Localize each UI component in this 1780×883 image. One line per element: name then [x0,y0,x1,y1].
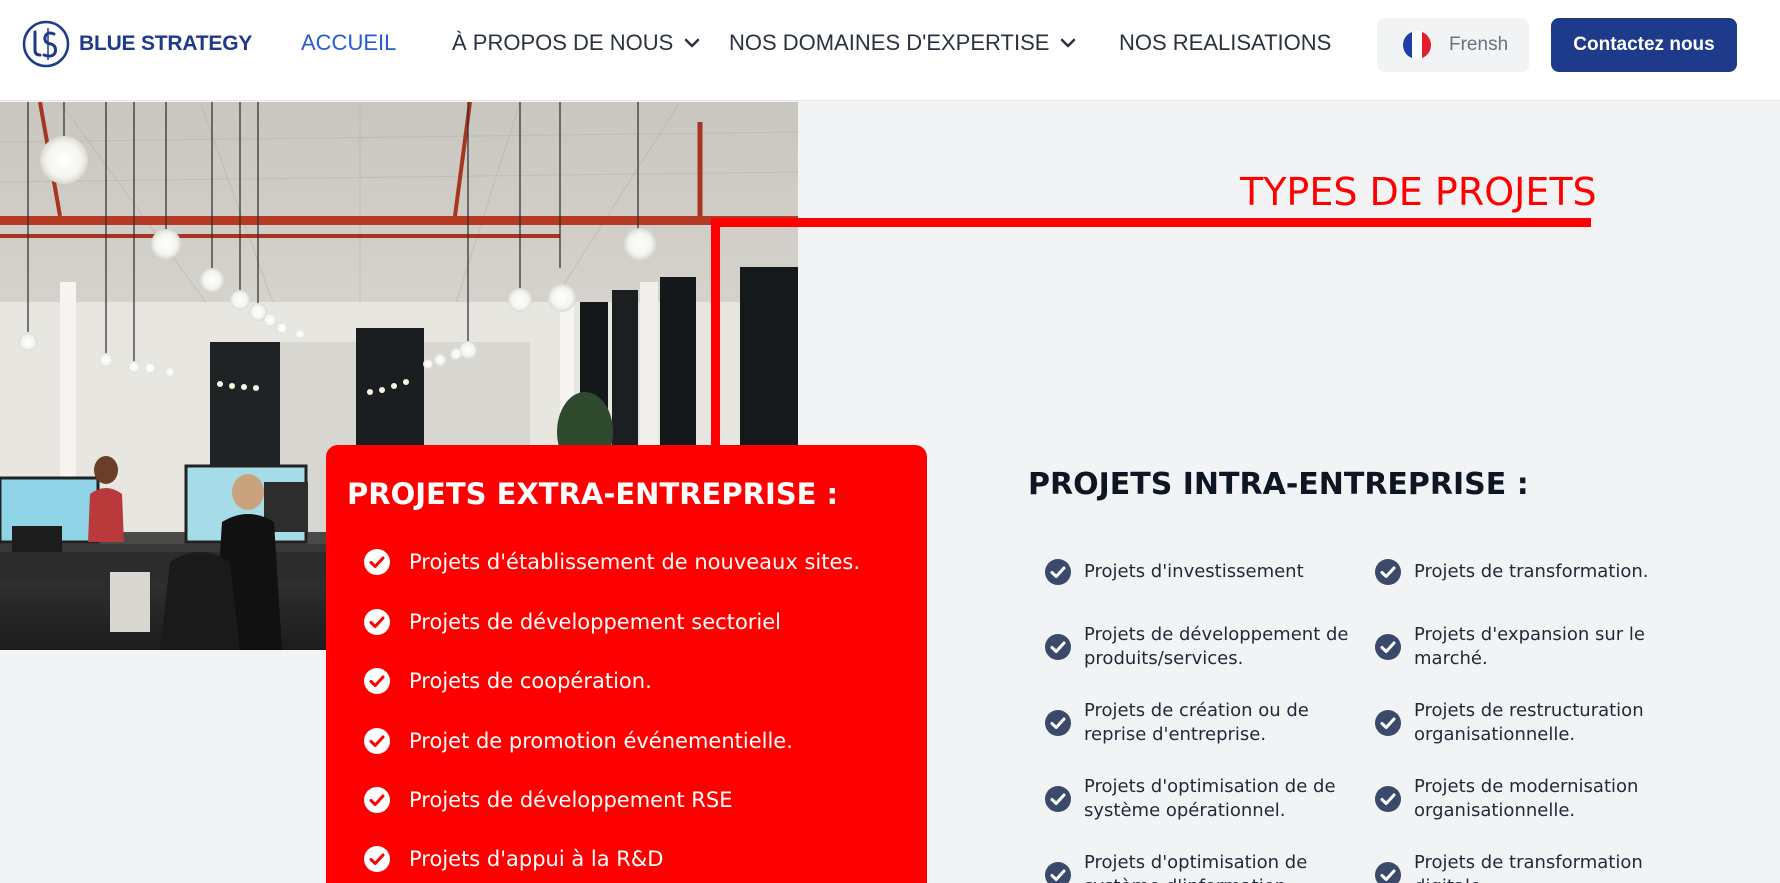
frame-vertical-rule [711,218,720,463]
nav-about[interactable]: À PROPOS DE NOUS [452,30,701,56]
list-item: Projets de création ou de reprise d'entr… [1044,699,1354,747]
check-circle-icon [1375,862,1401,883]
check-circle-icon [1375,559,1401,585]
intra-item-label: Projets d'optimisation de système d'info… [1084,852,1308,883]
check-circle-icon [364,787,390,813]
chevron-down-icon [685,38,700,48]
title-underline-rule [711,218,1591,227]
check-circle-icon [1375,634,1401,660]
chevron-down-icon [1061,38,1076,48]
list-item: Projets d'établissement de nouveaux site… [363,548,860,576]
logo-mark-icon [22,20,70,68]
section-title: TYPES DE PROJETS [1240,170,1597,214]
extra-entreprise-title: PROJETS EXTRA-ENTREPRISE : [347,477,839,511]
check-circle-icon [1375,710,1401,736]
nav-realisations[interactable]: NOS REALISATIONS [1119,30,1331,56]
list-item: Projets de restructuration organisationn… [1374,699,1684,747]
extra-item-label: Projets de coopération. [409,669,652,693]
list-item: Projets de développement de produits/ser… [1044,623,1354,671]
check-circle-icon [1045,786,1071,812]
site-header: BLUE STRATEGY ACCUEIL À PROPOS DE NOUS N… [0,0,1780,101]
france-flag-icon [1403,31,1431,59]
extra-item-label: Projet de promotion événementielle. [409,729,793,753]
language-label: Frensh [1449,34,1509,55]
extra-entreprise-card: PROJETS EXTRA-ENTREPRISE : Projets d'éta… [326,445,927,883]
intra-item-label: Projets de développement de produits/ser… [1084,624,1349,669]
list-item: Projets d'expansion sur le marché. [1374,623,1684,671]
list-item: Projets de développement RSE [363,786,733,814]
check-circle-icon [1045,862,1071,883]
list-item: Projets de transformation digitale. [1374,851,1684,883]
check-circle-icon [364,846,390,872]
intra-item-label: Projets de modernisation organisationnel… [1414,776,1639,821]
contact-button[interactable]: Contactez nous [1551,18,1737,72]
extra-item-label: Projets d'appui à la R&D [409,847,664,871]
nav-expertise-label: NOS DOMAINES D'EXPERTISE [729,30,1050,55]
brand-name: BLUE STRATEGY [79,32,253,55]
language-selector[interactable]: Frensh [1377,18,1529,72]
list-item: Projets de modernisation organisationnel… [1374,775,1684,823]
extra-item-label: Projets d'établissement de nouveaux site… [409,550,861,574]
intra-item-label: Projets d'optimisation de de système opé… [1084,776,1336,821]
check-circle-icon [364,549,390,575]
nav-realisations-label: NOS REALISATIONS [1119,30,1332,55]
intra-entreprise-title: PROJETS INTRA-ENTREPRISE : [1028,467,1529,502]
nav-home-label: ACCUEIL [301,30,397,55]
nav-about-label: À PROPOS DE NOUS [452,30,674,55]
list-item: Projets de développement sectoriel [363,608,781,636]
check-circle-icon [1375,786,1401,812]
nav-expertise[interactable]: NOS DOMAINES D'EXPERTISE [729,30,1077,56]
intra-item-label: Projets de création ou de reprise d'entr… [1084,700,1309,745]
intra-item-label: Projets de transformation. [1414,561,1649,582]
check-circle-icon [1045,634,1071,660]
list-item: Projets de transformation. [1374,558,1684,586]
list-item: Projets d'optimisation de système d'info… [1044,851,1354,883]
intra-item-label: Projets de restructuration organisationn… [1414,700,1644,745]
intra-item-label: Projets d'investissement [1084,561,1304,582]
intra-item-label: Projets d'expansion sur le marché. [1414,624,1645,669]
check-circle-icon [1045,559,1071,585]
check-circle-icon [364,609,390,635]
list-item: Projets de coopération. [363,667,652,695]
list-item: Projets d'investissement [1044,558,1354,586]
brand-logo[interactable]: BLUE STRATEGY [21,19,252,69]
list-item: Projets d'appui à la R&D [363,845,663,873]
nav-home[interactable]: ACCUEIL [301,30,396,56]
list-item: Projet de promotion événementielle. [363,727,793,755]
list-item: Projets d'optimisation de de système opé… [1044,775,1354,823]
extra-item-label: Projets de développement sectoriel [409,610,782,634]
check-circle-icon [1045,710,1071,736]
intra-item-label: Projets de transformation digitale. [1414,852,1643,883]
check-circle-icon [364,728,390,754]
extra-item-label: Projets de développement RSE [409,788,733,812]
check-circle-icon [364,668,390,694]
